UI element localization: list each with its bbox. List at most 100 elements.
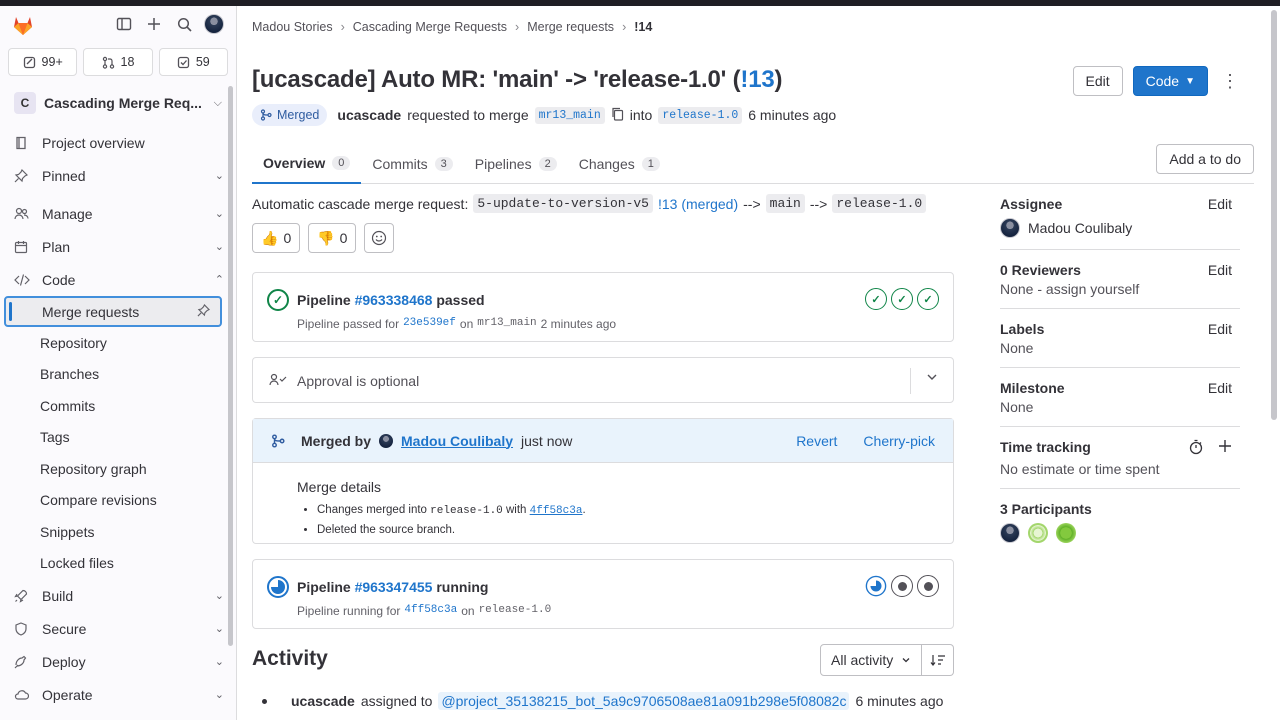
- stage-pending-icon[interactable]: [917, 575, 939, 597]
- nav-pinned[interactable]: Pinned ⌄: [0, 159, 236, 192]
- merged-by-user-link[interactable]: Madou Coulibaly: [401, 433, 513, 449]
- source-branch[interactable]: mr13_main: [534, 106, 605, 124]
- search-icon[interactable]: [174, 14, 194, 34]
- participant-avatar[interactable]: [1000, 523, 1020, 543]
- target-branch[interactable]: release-1.0: [658, 106, 743, 124]
- assign-yourself-link[interactable]: None - assign yourself: [1000, 281, 1240, 297]
- thumbs-up-button[interactable]: 👍 0: [252, 223, 301, 253]
- new-item-icon[interactable]: [144, 14, 164, 34]
- sidebar-item-commits[interactable]: Commits: [0, 390, 236, 422]
- source-mr-link[interactable]: !13: [740, 66, 774, 93]
- sidebar-item-repository[interactable]: Repository: [0, 327, 236, 359]
- avatar[interactable]: [1000, 218, 1020, 238]
- chevron-down-icon: ⌄: [214, 656, 224, 668]
- sort-icon: [930, 655, 945, 666]
- nav-operate[interactable]: Operate ⌄: [0, 678, 236, 711]
- stage-passed-icon[interactable]: ✓: [891, 288, 913, 310]
- edit-assignee-button[interactable]: Edit: [1208, 196, 1232, 212]
- tab-overview[interactable]: Overview 0: [252, 144, 362, 184]
- stage-pending-icon[interactable]: [891, 575, 913, 597]
- breadcrumb-item[interactable]: Madou Stories: [252, 20, 333, 34]
- pipeline-stages: [865, 575, 939, 600]
- pin-icon: [14, 168, 30, 183]
- cherry-pick-button[interactable]: Cherry-pick: [863, 433, 935, 449]
- nav-deploy[interactable]: Deploy ⌄: [0, 645, 236, 678]
- edit-reviewers-button[interactable]: Edit: [1208, 262, 1232, 278]
- more-actions-icon[interactable]: ⋮: [1218, 66, 1242, 96]
- pipeline-card: Pipeline #963347455 running Pipeline run…: [252, 559, 954, 629]
- running-icon: [267, 576, 289, 598]
- add-reaction-button[interactable]: [364, 223, 395, 253]
- chevron-down-icon[interactable]: [925, 370, 939, 387]
- participants-section: 3 Participants: [1000, 489, 1240, 543]
- participant-avatar[interactable]: [1056, 523, 1076, 543]
- add-todo-button[interactable]: Add a to do: [1156, 144, 1254, 174]
- copy-icon[interactable]: [611, 107, 624, 124]
- nav-secure[interactable]: Secure ⌄: [0, 612, 236, 645]
- avatar: [379, 433, 394, 448]
- mention-link[interactable]: @project_35138215_bot_5a9c9706508ae81a09…: [438, 692, 850, 710]
- todos-counter[interactable]: 59: [158, 48, 228, 76]
- thumbs-down-button[interactable]: 👎 0: [308, 223, 357, 253]
- stopwatch-icon[interactable]: [1188, 439, 1204, 458]
- sidebar-item-snippets[interactable]: Snippets: [0, 516, 236, 548]
- merge-requests-counter[interactable]: 18: [83, 48, 153, 76]
- pipeline-link[interactable]: #963347455: [355, 579, 433, 595]
- code-dropdown-button[interactable]: Code ▼: [1132, 66, 1208, 96]
- sidebar-item-tags[interactable]: Tags: [0, 422, 236, 454]
- edit-milestone-button[interactable]: Edit: [1208, 380, 1232, 396]
- tab-changes[interactable]: Changes 1: [568, 144, 671, 184]
- sort-direction-button[interactable]: [922, 644, 955, 676]
- chevron-up-icon: ⌃: [214, 274, 224, 286]
- nav-project-overview[interactable]: Project overview: [0, 126, 236, 159]
- sidebar-item-merge-requests[interactable]: Merge requests: [4, 296, 222, 327]
- edit-button[interactable]: Edit: [1072, 66, 1123, 96]
- sidebar-item-locked-files[interactable]: Locked files: [0, 548, 236, 580]
- commit-link[interactable]: 4ff58c3a: [404, 604, 457, 618]
- tab-pipelines[interactable]: Pipelines 2: [464, 144, 568, 184]
- add-time-icon[interactable]: [1218, 439, 1232, 456]
- timeline-dot-icon: [262, 698, 267, 704]
- nav-plan[interactable]: Plan ⌄: [0, 230, 236, 263]
- nav-manage[interactable]: Manage ⌄: [0, 197, 236, 230]
- approval-card[interactable]: Approval is optional: [252, 357, 954, 403]
- chevron-down-icon: [901, 652, 911, 668]
- assignee-section: Assignee Madou Coulibaly Edit: [1000, 184, 1240, 250]
- merge-commit-link[interactable]: 4ff58c3a: [530, 505, 583, 517]
- commit-link[interactable]: 23e539ef: [403, 317, 456, 331]
- related-mr-link[interactable]: !13 (merged): [658, 196, 738, 212]
- activity-filter-dropdown[interactable]: All activity: [820, 644, 923, 676]
- sidebar-counters: 99+ 18 59: [0, 44, 236, 82]
- user-avatar[interactable]: [204, 14, 224, 34]
- sidebar-item-compare-revisions[interactable]: Compare revisions: [0, 485, 236, 517]
- nav-code[interactable]: Code ⌃: [0, 263, 236, 296]
- stage-passed-icon[interactable]: ✓: [917, 288, 939, 310]
- issues-counter[interactable]: 99+: [8, 48, 78, 76]
- tab-commits[interactable]: Commits 3: [361, 144, 463, 184]
- assignee-name[interactable]: Madou Coulibaly: [1028, 220, 1132, 236]
- pin-icon[interactable]: [197, 303, 211, 320]
- project-switcher[interactable]: C Cascading Merge Req... ⌵: [8, 86, 228, 120]
- gitlab-logo-icon[interactable]: [10, 12, 36, 38]
- sidebar-scrollbar[interactable]: [228, 86, 233, 646]
- pipeline-link[interactable]: #963338468: [355, 292, 433, 308]
- participant-avatar[interactable]: [1028, 523, 1048, 543]
- breadcrumb-current[interactable]: !14: [634, 20, 652, 34]
- nav-build[interactable]: Build ⌄: [0, 579, 236, 612]
- sidebar-item-repository-graph[interactable]: Repository graph: [0, 453, 236, 485]
- stage-passed-icon[interactable]: ✓: [865, 288, 887, 310]
- project-avatar: C: [14, 92, 36, 114]
- thumbs-up-icon: 👍: [261, 229, 279, 246]
- sidebar-toggle-icon[interactable]: [114, 14, 134, 34]
- breadcrumb-item[interactable]: Merge requests: [527, 20, 614, 34]
- merge-icon: [272, 433, 285, 448]
- thumbs-down-icon: 👎: [317, 229, 335, 246]
- breadcrumb-item[interactable]: Cascading Merge Requests: [353, 20, 507, 34]
- stage-running-icon[interactable]: [865, 575, 887, 600]
- activity-user-link[interactable]: ucascade: [291, 693, 355, 709]
- page-scrollbar[interactable]: [1271, 10, 1277, 420]
- revert-button[interactable]: Revert: [796, 433, 837, 449]
- sidebar-item-branches[interactable]: Branches: [0, 359, 236, 391]
- edit-labels-button[interactable]: Edit: [1208, 321, 1232, 337]
- author-link[interactable]: ucascade: [337, 107, 401, 123]
